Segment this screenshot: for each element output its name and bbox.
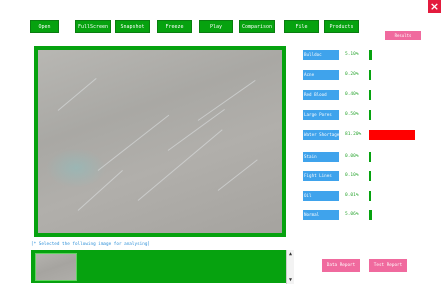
classification-label: Water Shortage <box>303 130 339 140</box>
classification-row: Fight Lines 0.10% <box>303 171 423 183</box>
classification-bar <box>369 210 372 220</box>
play-button[interactable]: Play <box>199 20 233 33</box>
classification-row: Acne 0.20% <box>303 70 423 82</box>
image-texture <box>57 77 97 111</box>
classification-bar <box>369 110 371 120</box>
comparison-button[interactable]: Comparison <box>239 20 275 33</box>
test-report-button[interactable]: Test Report <box>369 259 407 272</box>
freeze-button[interactable]: Freeze <box>157 20 192 33</box>
open-button[interactable]: Open <box>30 20 59 33</box>
thumbnail-scrollbar[interactable]: ▲ ▼ <box>286 250 294 284</box>
snapshot-button[interactable]: Snapshot <box>115 20 150 33</box>
products-button[interactable]: Products <box>324 20 359 33</box>
classification-label: Fight Lines <box>303 171 339 181</box>
classification-label: Large Pores <box>303 110 339 120</box>
classification-percent: 0.10% <box>345 173 359 178</box>
classification-percent: 0.00% <box>345 154 359 159</box>
classification-percent: 0.20% <box>345 72 359 77</box>
classification-label: Red Blood <box>303 90 339 100</box>
thumbnail-strip <box>31 250 286 283</box>
classification-label: Normal <box>303 210 339 220</box>
classification-bar <box>369 191 371 201</box>
skin-image-view[interactable] <box>38 50 282 233</box>
classification-label: Oil <box>303 191 339 201</box>
classification-row: Large Pores 0.50% <box>303 110 423 122</box>
data-report-button[interactable]: Data Report <box>322 259 360 272</box>
classification-percent: 81.20% <box>345 132 362 137</box>
classification-row: Oil 0.01% <box>303 191 423 203</box>
results-button[interactable]: Results <box>385 31 421 40</box>
close-button[interactable]: × <box>428 0 441 13</box>
scroll-up-icon[interactable]: ▲ <box>287 251 294 257</box>
image-texture <box>197 79 256 121</box>
image-texture <box>97 114 170 171</box>
thumbnail-image[interactable] <box>35 253 77 281</box>
toolbar: Open FullScreen Snapshot Freeze Play Com… <box>0 20 441 34</box>
classification-row: Red Blood 0.40% <box>303 90 423 102</box>
thumbnail-hint: [* Selected the following image for anal… <box>31 242 150 247</box>
image-texture <box>167 108 225 151</box>
image-viewer-frame <box>34 46 286 237</box>
classification-percent: 0.40% <box>345 92 359 97</box>
scroll-down-icon[interactable]: ▼ <box>287 277 294 283</box>
image-texture <box>217 159 258 191</box>
classification-bar <box>369 152 371 162</box>
classification-bar <box>369 130 415 140</box>
classification-label: Stain <box>303 152 339 162</box>
image-texture <box>46 148 106 188</box>
classification-bar <box>369 90 371 100</box>
classification-percent: 5.06% <box>345 212 359 217</box>
classification-percent: 5.10% <box>345 52 359 57</box>
fullscreen-button[interactable]: FullScreen <box>75 20 111 33</box>
classification-bar <box>369 50 372 60</box>
classification-row: Water Shortage 81.20% <box>303 130 423 142</box>
file-button[interactable]: File <box>284 20 319 33</box>
classification-row: Bulldoc 5.10% <box>303 50 423 62</box>
classification-percent: 0.01% <box>345 193 359 198</box>
classification-row: Stain 0.00% <box>303 152 423 164</box>
classification-bar <box>369 171 371 181</box>
classification-row: Normal 5.06% <box>303 210 423 222</box>
classification-bar <box>369 70 371 80</box>
classification-label: Bulldoc <box>303 50 339 60</box>
classification-percent: 0.50% <box>345 112 359 117</box>
classification-label: Acne <box>303 70 339 80</box>
